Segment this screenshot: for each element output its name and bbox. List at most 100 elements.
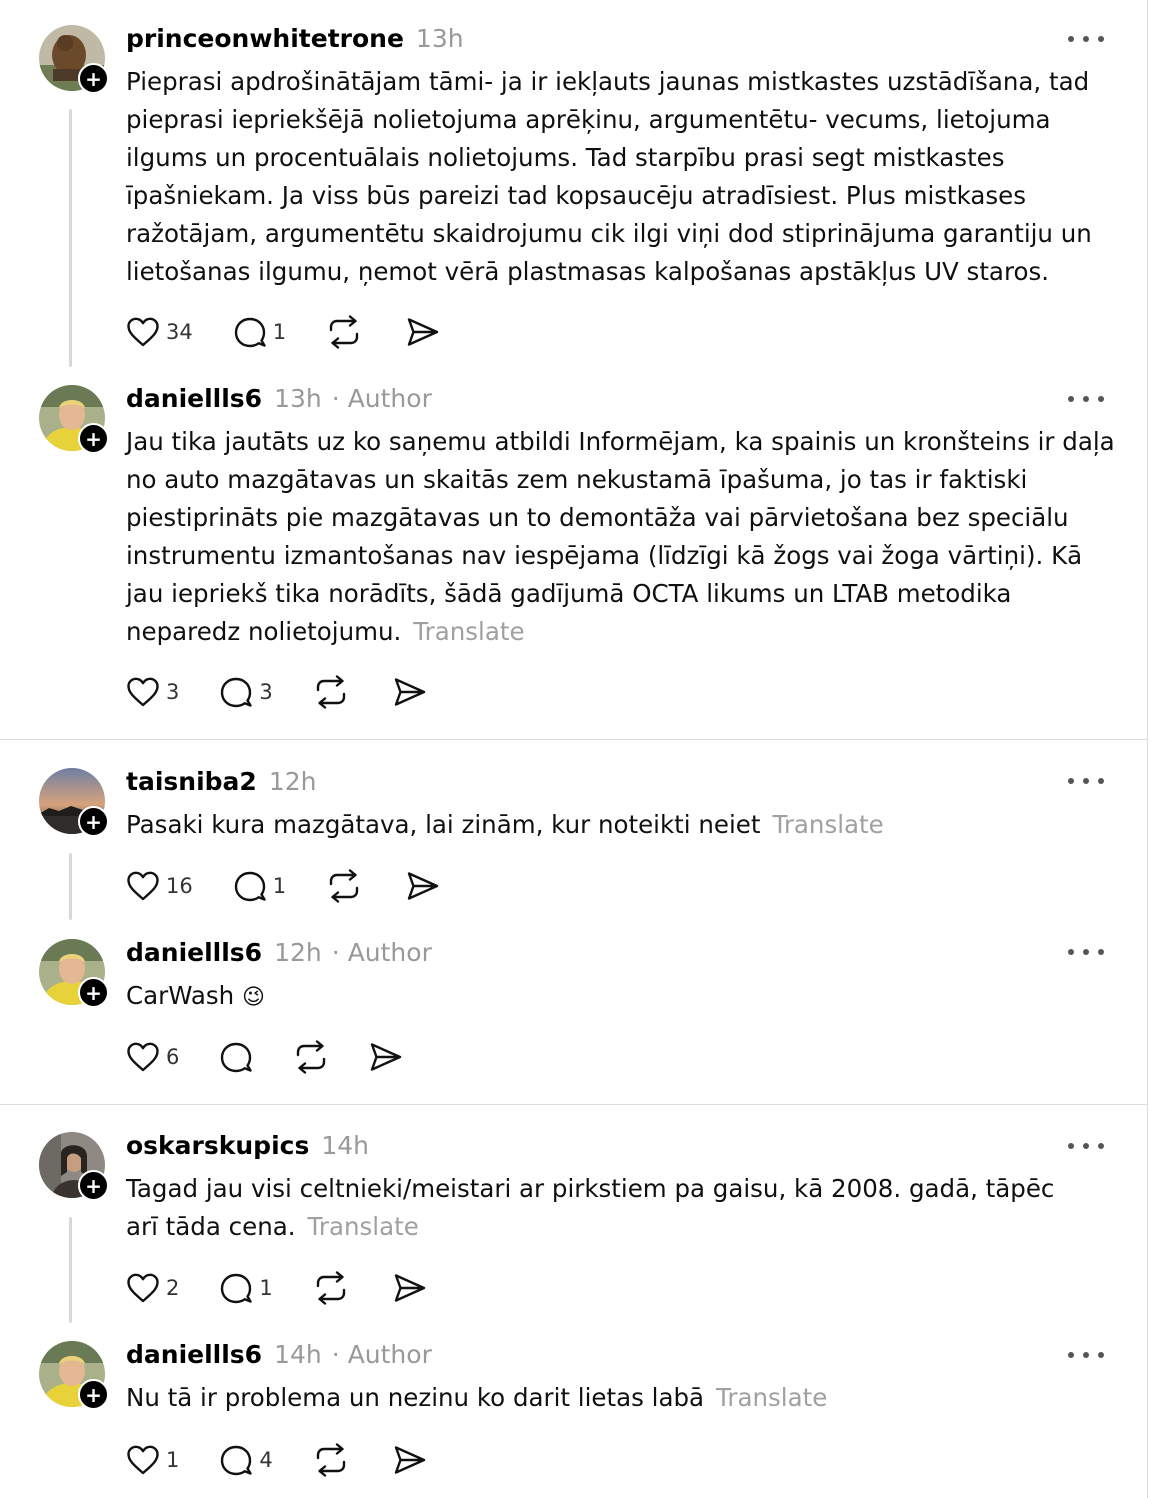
heart-icon: [127, 317, 159, 347]
comment-icon: [221, 1273, 253, 1304]
like-count: 3: [166, 680, 180, 704]
send-icon: [407, 872, 439, 900]
follow-button[interactable]: +: [78, 977, 109, 1008]
post-actions: 2 1: [126, 1268, 427, 1308]
like-count: 2: [166, 1276, 180, 1300]
more-options-icon[interactable]: [1068, 1139, 1104, 1153]
more-options-icon[interactable]: [1068, 32, 1104, 46]
post-header: daniellls6 12h · Author: [126, 938, 432, 967]
heart-icon: [127, 1273, 159, 1303]
share-button[interactable]: [406, 316, 440, 348]
repost-button[interactable]: [326, 869, 362, 903]
heart-icon: [127, 871, 159, 901]
more-options-icon[interactable]: [1068, 392, 1104, 406]
reply-button[interactable]: [219, 1041, 253, 1073]
post-header: taisniba2 12h: [126, 767, 316, 796]
repost-button[interactable]: [313, 1271, 349, 1305]
post-body: Nu tā ir problema un nezinu ko darit lie…: [126, 1383, 705, 1412]
like-count: 34: [166, 320, 193, 344]
reply-button[interactable]: 1: [219, 1272, 273, 1304]
post-header: daniellls6 13h · Author: [126, 384, 432, 413]
like-button[interactable]: 2: [126, 1272, 179, 1304]
heart-icon: [127, 1445, 159, 1475]
post-text: Pasaki kura mazgātava, lai zinām, kur no…: [126, 806, 1116, 844]
follow-button[interactable]: +: [78, 1170, 109, 1201]
share-button[interactable]: [369, 1041, 403, 1073]
right-border: [1147, 0, 1148, 1498]
separator-dot: ·: [331, 384, 340, 413]
follow-button[interactable]: +: [78, 806, 109, 837]
share-button[interactable]: [393, 1272, 427, 1304]
translate-link[interactable]: Translate: [772, 810, 883, 839]
reply-button[interactable]: 3: [219, 676, 273, 708]
post-text: Pieprasi apdrošinātājam tāmi- ja ir iekļ…: [126, 63, 1116, 291]
like-button[interactable]: 6: [126, 1041, 179, 1073]
post-actions: 1 4: [126, 1440, 427, 1480]
more-options-icon[interactable]: [1068, 774, 1104, 788]
post-body: Pasaki kura mazgātava, lai zinām, kur no…: [126, 810, 761, 839]
like-button[interactable]: 3: [126, 676, 179, 708]
repost-button[interactable]: [293, 1040, 329, 1074]
post-time[interactable]: 13h: [416, 24, 464, 53]
post-body: Tagad jau visi celtnieki/meistari ar pir…: [126, 1174, 1055, 1241]
follow-button[interactable]: +: [78, 1379, 109, 1410]
follow-button[interactable]: +: [78, 423, 109, 454]
like-count: 16: [166, 874, 193, 898]
like-count: 6: [166, 1045, 180, 1069]
post-body: Pieprasi apdrošinātājam tāmi- ja ir iekļ…: [126, 67, 1092, 286]
send-icon: [407, 318, 439, 346]
reply-button[interactable]: 1: [233, 870, 286, 902]
post-actions: 3 3: [126, 672, 427, 712]
reply-button[interactable]: 1: [233, 316, 286, 348]
translate-link[interactable]: Translate: [308, 1212, 419, 1241]
post-text: Tagad jau visi celtnieki/meistari ar pir…: [126, 1170, 1066, 1246]
username[interactable]: princeonwhitetrone: [126, 24, 404, 53]
username[interactable]: daniellls6: [126, 938, 262, 967]
repost-button[interactable]: [313, 1443, 349, 1477]
share-button[interactable]: [393, 1444, 427, 1476]
thread-line: [69, 109, 72, 367]
post-time[interactable]: 13h: [274, 384, 322, 413]
username[interactable]: oskarskupics: [126, 1131, 309, 1160]
post-header: oskarskupics 14h: [126, 1131, 369, 1160]
post-time[interactable]: 12h: [269, 767, 317, 796]
post-actions: 16 1: [126, 866, 440, 906]
more-options-icon[interactable]: [1068, 945, 1104, 959]
repost-icon: [329, 869, 359, 903]
post-time[interactable]: 14h: [274, 1340, 322, 1369]
follow-button[interactable]: +: [78, 63, 109, 94]
share-button[interactable]: [393, 676, 427, 708]
share-button[interactable]: [406, 870, 440, 902]
repost-button[interactable]: [326, 315, 362, 349]
thread-line: [69, 853, 72, 920]
reply-count: 1: [259, 1276, 273, 1300]
username[interactable]: taisniba2: [126, 767, 257, 796]
more-options-icon[interactable]: [1068, 1348, 1104, 1362]
author-label: Author: [347, 384, 432, 413]
like-button[interactable]: 1: [126, 1444, 179, 1476]
thread-line: [69, 1217, 72, 1323]
repost-icon: [329, 315, 359, 349]
repost-icon: [316, 1271, 345, 1305]
post-time[interactable]: 14h: [321, 1131, 369, 1160]
post-time[interactable]: 12h: [274, 938, 322, 967]
translate-link[interactable]: Translate: [413, 617, 524, 646]
send-icon: [394, 678, 425, 706]
repost-icon: [316, 1443, 345, 1477]
like-count: 1: [166, 1448, 180, 1472]
translate-link[interactable]: Translate: [716, 1383, 827, 1412]
send-icon: [394, 1274, 425, 1302]
reply-count: 4: [259, 1448, 273, 1472]
comment-icon: [234, 871, 266, 902]
username[interactable]: daniellls6: [126, 384, 262, 413]
separator-dot: ·: [331, 938, 340, 967]
like-button[interactable]: 16: [126, 870, 193, 902]
post-text: CarWash 😉: [126, 977, 1116, 1017]
send-icon: [394, 1446, 425, 1474]
username[interactable]: daniellls6: [126, 1340, 262, 1369]
reply-button[interactable]: 4: [219, 1444, 273, 1476]
comment-icon: [221, 1445, 253, 1476]
like-button[interactable]: 34: [126, 316, 193, 348]
send-icon: [371, 1043, 402, 1071]
repost-button[interactable]: [313, 675, 349, 709]
